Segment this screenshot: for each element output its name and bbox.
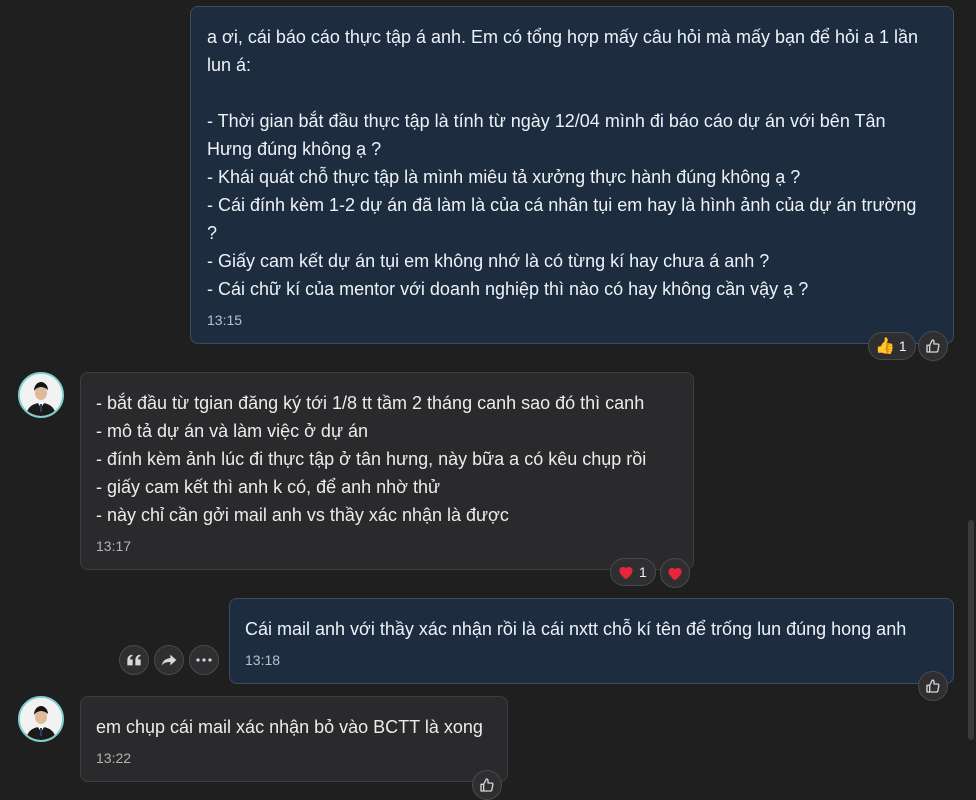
- thumbs-up-icon: [480, 778, 494, 792]
- message-timestamp: 13:18: [245, 652, 281, 668]
- message-text-line: - Thời gian bắt đầu thực tập là tính từ …: [207, 111, 886, 131]
- message-text-line: - Khái quát chỗ thực tập là mình miêu tả…: [207, 167, 801, 187]
- thumbs-up-emoji: 👍: [875, 338, 895, 355]
- message-text-line: lun á:: [207, 55, 252, 75]
- more-button[interactable]: [189, 645, 219, 675]
- message-timestamp: 13:15: [207, 312, 243, 328]
- message-text-line: - đính kèm ảnh lúc đi thực tập ở tân hưn…: [96, 449, 647, 469]
- add-heart-reaction-button[interactable]: [660, 558, 690, 588]
- message-bubble-incoming[interactable]: - bắt đầu từ tgian đăng ký tới 1/8 tt tầ…: [80, 372, 694, 570]
- avatar[interactable]: [18, 696, 64, 742]
- message-text-line: - Giấy cam kết dự án tụi em không nhớ là…: [207, 251, 770, 271]
- message-text-line: em chụp cái mail xác nhận bỏ vào BCTT là…: [96, 717, 483, 737]
- reaction-thumbs-up[interactable]: 👍 1: [868, 332, 916, 360]
- message-timestamp: 13:22: [96, 750, 132, 766]
- message-text-line: Cái mail anh với thầy xác nhận rồi là cá…: [245, 619, 907, 639]
- thumbs-up-icon: [926, 339, 940, 353]
- message-text-line: a ơi, cái báo cáo thực tập á anh. Em có …: [207, 27, 919, 47]
- add-reaction-button[interactable]: [918, 671, 948, 701]
- more-icon: [196, 658, 212, 662]
- heart-icon: [668, 567, 682, 581]
- message-bubble-outgoing[interactable]: a ơi, cái báo cáo thực tập á anh. Em có …: [190, 6, 954, 344]
- heart-emoji: [619, 566, 633, 580]
- message-bubble-outgoing[interactable]: Cái mail anh với thầy xác nhận rồi là cá…: [229, 598, 954, 684]
- message-text-line: ?: [207, 223, 218, 243]
- forward-icon: [161, 654, 177, 666]
- avatar[interactable]: [18, 372, 64, 418]
- reaction-count: 1: [639, 564, 647, 580]
- message-text-line: Hưng đúng không ạ ?: [207, 139, 382, 159]
- reaction-count: 1: [898, 338, 907, 354]
- add-reaction-button[interactable]: [918, 331, 948, 361]
- add-reaction-button[interactable]: [472, 770, 502, 800]
- quote-button[interactable]: [119, 645, 149, 675]
- quote-icon: [127, 654, 141, 666]
- message-text-line: - Cái đính kèm 1-2 dự án đã làm là của c…: [207, 195, 917, 215]
- scrollbar[interactable]: [968, 520, 974, 740]
- message-text-line: [207, 79, 953, 107]
- message-text-line: - mô tả dự án và làm việc ở dự án: [96, 421, 369, 441]
- message-text-line: - này chỉ cần gởi mail anh vs thầy xác n…: [96, 505, 509, 525]
- message-text-line: - Cái chữ kí của mentor với doanh nghiệp…: [207, 279, 809, 299]
- thumbs-up-icon: [926, 679, 940, 693]
- message-bubble-incoming[interactable]: em chụp cái mail xác nhận bỏ vào BCTT là…: [80, 696, 508, 782]
- message-text-line: - giấy cam kết thì anh k có, để anh nhờ …: [96, 477, 441, 497]
- message-timestamp: 13:17: [96, 538, 132, 554]
- message-text-line: - bắt đầu từ tgian đăng ký tới 1/8 tt tầ…: [96, 393, 645, 413]
- reaction-heart[interactable]: 1: [610, 558, 656, 586]
- forward-button[interactable]: [154, 645, 184, 675]
